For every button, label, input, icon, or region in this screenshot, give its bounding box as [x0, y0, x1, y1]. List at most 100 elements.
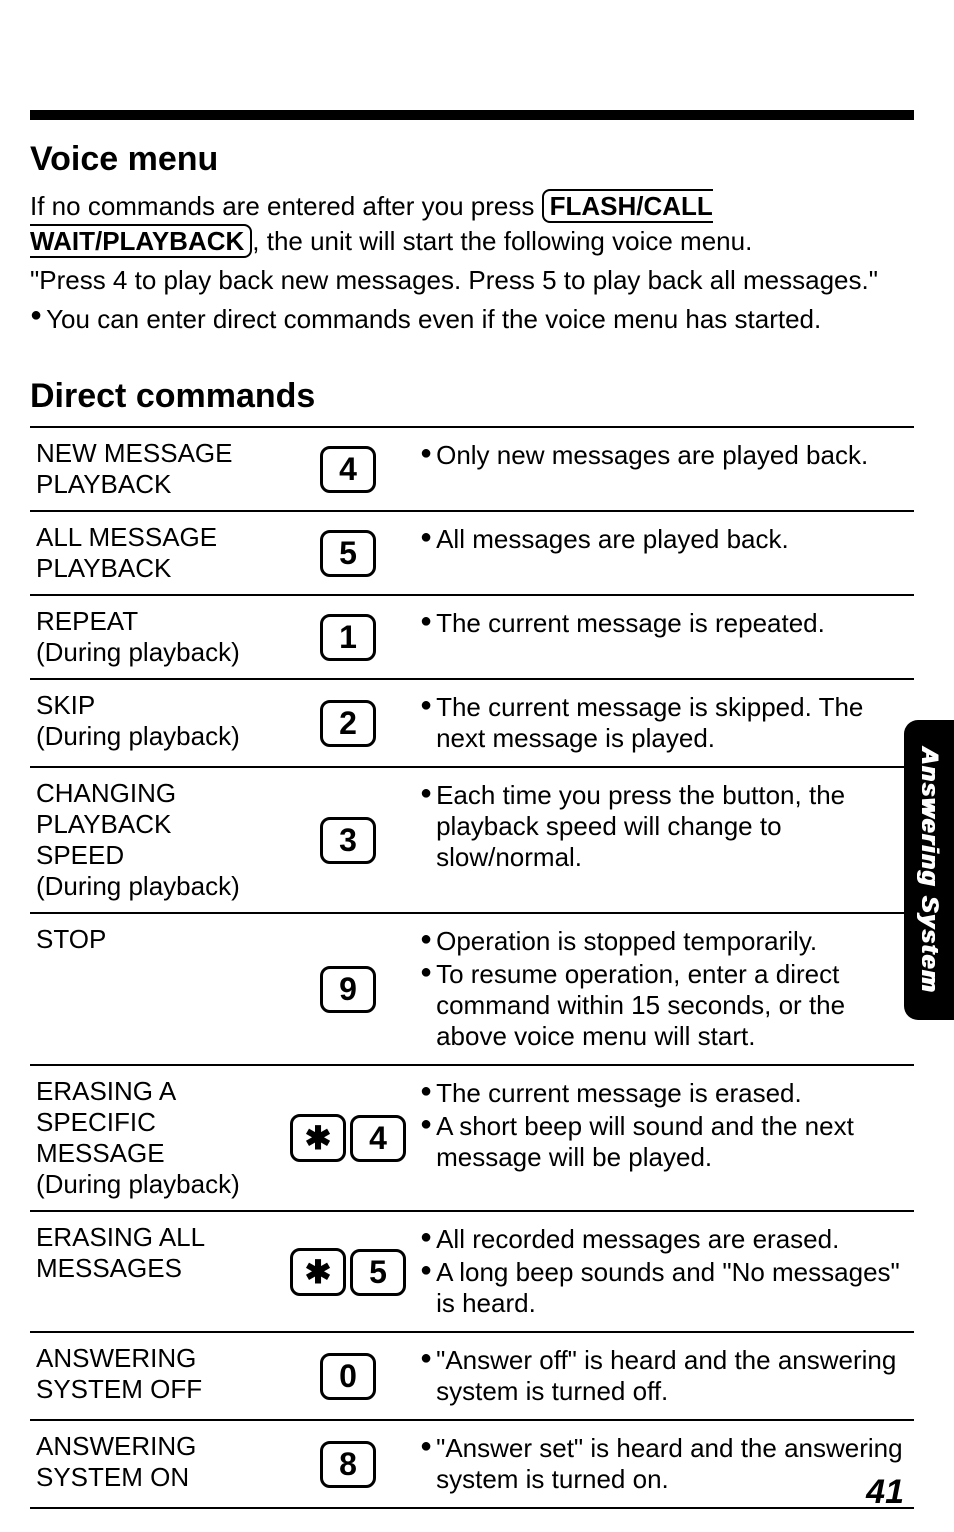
command-name-line: REPEAT [36, 606, 276, 637]
table-row: REPEAT(During playback) 1 ●The current mes… [30, 595, 914, 679]
table-row: SKIP(During playback) 2 ●The current messa… [30, 679, 914, 767]
bullet-text: The current message is repeated. [436, 608, 825, 639]
bullet-icon: ● [420, 1224, 432, 1250]
command-name-line: NEW MESSAGE [36, 438, 276, 469]
table-row: STOP 9 ●Operation is stopped temporarily.●… [30, 913, 914, 1065]
table-row: ERASING ASPECIFICMESSAGE(During playback… [30, 1065, 914, 1211]
command-name-line: (During playback) [36, 721, 276, 752]
command-name: REPEAT(During playback) [30, 595, 282, 679]
command-name: ALL MESSAGEPLAYBACK [30, 511, 282, 595]
command-name-line: CHANGING [36, 778, 276, 809]
command-name: NEW MESSAGEPLAYBACK [30, 427, 282, 511]
command-name-line: PLAYBACK [36, 809, 276, 840]
bullet-text: Each time you press the button, the play… [436, 780, 908, 873]
bullet-icon: ● [420, 926, 432, 952]
command-key: 1 [282, 595, 414, 679]
command-name-line: ERASING ALL [36, 1222, 276, 1253]
command-name-line: SYSTEM OFF [36, 1374, 276, 1405]
command-name: ERASING ALLMESSAGES [30, 1211, 282, 1332]
command-name-line: ANSWERING [36, 1343, 276, 1374]
command-name: ERASING ASPECIFICMESSAGE(During playback… [30, 1065, 282, 1211]
direct-commands-table: NEW MESSAGEPLAYBACK4●Only new messages a… [30, 426, 914, 1509]
separator-rule [30, 110, 914, 120]
table-row: NEW MESSAGEPLAYBACK 4 ●Only new messages a… [30, 427, 914, 511]
bullet-icon: ● [420, 1433, 432, 1459]
bullet-text: "Answer off" is heard and the answering … [436, 1345, 908, 1407]
bullet-line: ●Only new messages are played back. [420, 440, 908, 471]
bullet-icon: ● [420, 1111, 432, 1137]
key-button: 4 [350, 1115, 406, 1162]
command-description: ●Each time you press the button, the pla… [414, 767, 914, 913]
command-name-line: SPEED [36, 840, 276, 871]
command-name-line: (During playback) [36, 637, 276, 668]
bullet-line: ●A short beep will sound and the next me… [420, 1111, 908, 1173]
command-name-line: SKIP [36, 690, 276, 721]
section-heading-direct-commands: Direct commands [30, 377, 914, 416]
command-name-line: (During playback) [36, 871, 276, 902]
command-name: STOP [30, 913, 282, 1065]
bullet-icon: ● [420, 1345, 432, 1371]
command-name-line: (During playback) [36, 1169, 276, 1200]
side-tab-label: Answering System [915, 747, 943, 994]
key-button: 5 [320, 530, 376, 577]
command-key: 2 [282, 679, 414, 767]
key-button: 2 [320, 700, 376, 747]
bullet-line: ●Each time you press the button, the pla… [420, 780, 908, 873]
command-description: ●The current message is skipped. The nex… [414, 679, 914, 767]
key-button: 0 [320, 1353, 376, 1400]
bullet-icon: ● [30, 302, 42, 328]
bullet-icon: ● [420, 440, 432, 466]
voice-menu-intro: If no commands are entered after you pre… [30, 189, 914, 259]
table-row: CHANGINGPLAYBACKSPEED(During playback) 3 ●… [30, 767, 914, 913]
bullet-text: Operation is stopped temporarily. [436, 926, 817, 957]
bullet-line: ●All messages are played back. [420, 524, 908, 555]
command-name-line: STOP [36, 924, 276, 955]
table-row: ANSWERINGSYSTEM ON 8 ●"Answer set" is hear… [30, 1420, 914, 1508]
command-key: 4 [282, 427, 414, 511]
key-button: 9 [320, 966, 376, 1013]
bullet-line: ●All recorded messages are erased. [420, 1224, 908, 1255]
command-name-line: SYSTEM ON [36, 1462, 276, 1493]
bullet-icon: ● [420, 692, 432, 718]
bullet-icon: ● [420, 780, 432, 806]
bullet-line: ●To resume operation, enter a direct com… [420, 959, 908, 1052]
command-name-line: SPECIFIC [36, 1107, 276, 1138]
note-text: You can enter direct commands even if th… [46, 302, 821, 337]
bullet-line: ●The current message is repeated. [420, 608, 908, 639]
intro-text-before: If no commands are entered after you pre… [30, 191, 542, 221]
bullet-text: "Answer set" is heard and the answering … [436, 1433, 908, 1495]
voice-menu-note: ● You can enter direct commands even if … [30, 302, 914, 337]
side-tab-answering-system: Answering System [904, 720, 954, 1020]
bullet-text: A short beep will sound and the next mes… [436, 1111, 908, 1173]
intro-text-after: , the unit will start the following voic… [252, 226, 752, 256]
command-description: ●Only new messages are played back. [414, 427, 914, 511]
command-key: ✱4 [282, 1065, 414, 1211]
key-button: 8 [320, 1441, 376, 1488]
key-button: 1 [320, 614, 376, 661]
page-number: 41 [866, 1473, 904, 1512]
command-description: ●All recorded messages are erased.●A lon… [414, 1211, 914, 1332]
bullet-icon: ● [420, 608, 432, 634]
command-key: 5 [282, 511, 414, 595]
command-name-line: ALL MESSAGE [36, 522, 276, 553]
bullet-text: The current message is skipped. The next… [436, 692, 908, 754]
command-name-line: PLAYBACK [36, 553, 276, 584]
command-description: ●All messages are played back. [414, 511, 914, 595]
command-key: 9 [282, 913, 414, 1065]
command-key: 3 [282, 767, 414, 913]
command-name-line: ERASING A [36, 1076, 276, 1107]
bullet-text: To resume operation, enter a direct comm… [436, 959, 908, 1052]
command-description: ●The current message is erased.●A short … [414, 1065, 914, 1211]
command-name-line: PLAYBACK [36, 469, 276, 500]
key-button: ✱ [290, 1114, 346, 1162]
key-button: 3 [320, 817, 376, 864]
command-description: ●"Answer off" is heard and the answering… [414, 1332, 914, 1420]
command-name: SKIP(During playback) [30, 679, 282, 767]
bullet-text: All messages are played back. [436, 524, 789, 555]
key-button: 4 [320, 446, 376, 493]
command-name-line: ANSWERING [36, 1431, 276, 1462]
command-name-line: MESSAGES [36, 1253, 276, 1284]
bullet-text: Only new messages are played back. [436, 440, 868, 471]
command-name-line: MESSAGE [36, 1138, 276, 1169]
table-row: ERASING ALLMESSAGES✱5●All recorded messa… [30, 1211, 914, 1332]
